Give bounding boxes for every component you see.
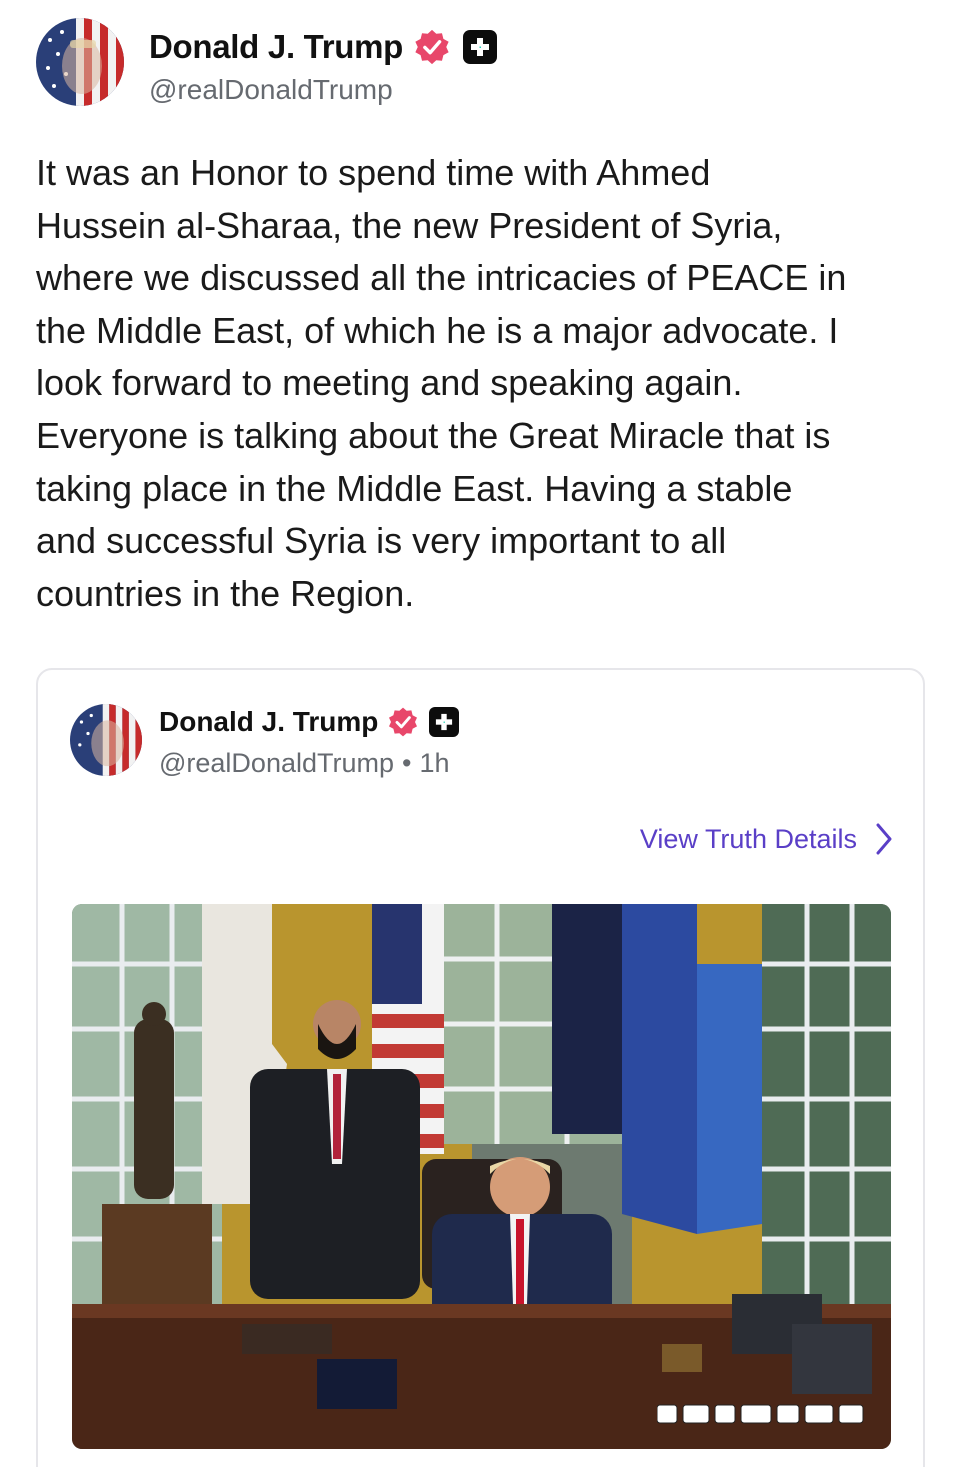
- plus-badge-icon: [463, 30, 498, 64]
- quoted-handle[interactable]: @realDonaldTrump: [159, 748, 394, 778]
- quoted-post-card[interactable]: Donald J. Trump @realDonaldTrump • 1h View…: [36, 668, 925, 1467]
- watermark-mark: [657, 1404, 864, 1424]
- verified-badge-icon: [389, 707, 418, 737]
- photo-illustration: [72, 904, 891, 1449]
- view-truth-details-link[interactable]: View Truth Details: [640, 822, 893, 856]
- author-handle[interactable]: @realDonaldTrump: [149, 74, 393, 106]
- quoted-avatar[interactable]: [70, 704, 142, 776]
- post-header: Donald J. Trump @realDonaldTrump: [36, 18, 916, 108]
- post-text: It was an Honor to spend time with Ahmed…: [36, 152, 847, 614]
- plus-badge-icon: [429, 707, 460, 737]
- chevron-right-icon: [876, 823, 892, 855]
- avatar[interactable]: [36, 18, 124, 106]
- quoted-author-row: Donald J. Trump: [159, 706, 460, 738]
- quoted-meta: @realDonaldTrump • 1h: [159, 748, 450, 779]
- quoted-author-name[interactable]: Donald J. Trump: [159, 706, 378, 738]
- quoted-timestamp[interactable]: 1h: [419, 748, 449, 778]
- post-photo[interactable]: [72, 904, 891, 1449]
- meta-separator: •: [402, 748, 412, 778]
- verified-badge-icon: [415, 29, 449, 65]
- author-row: Donald J. Trump: [149, 28, 498, 66]
- view-details-label: View Truth Details: [639, 823, 857, 854]
- author-name[interactable]: Donald J. Trump: [149, 28, 403, 66]
